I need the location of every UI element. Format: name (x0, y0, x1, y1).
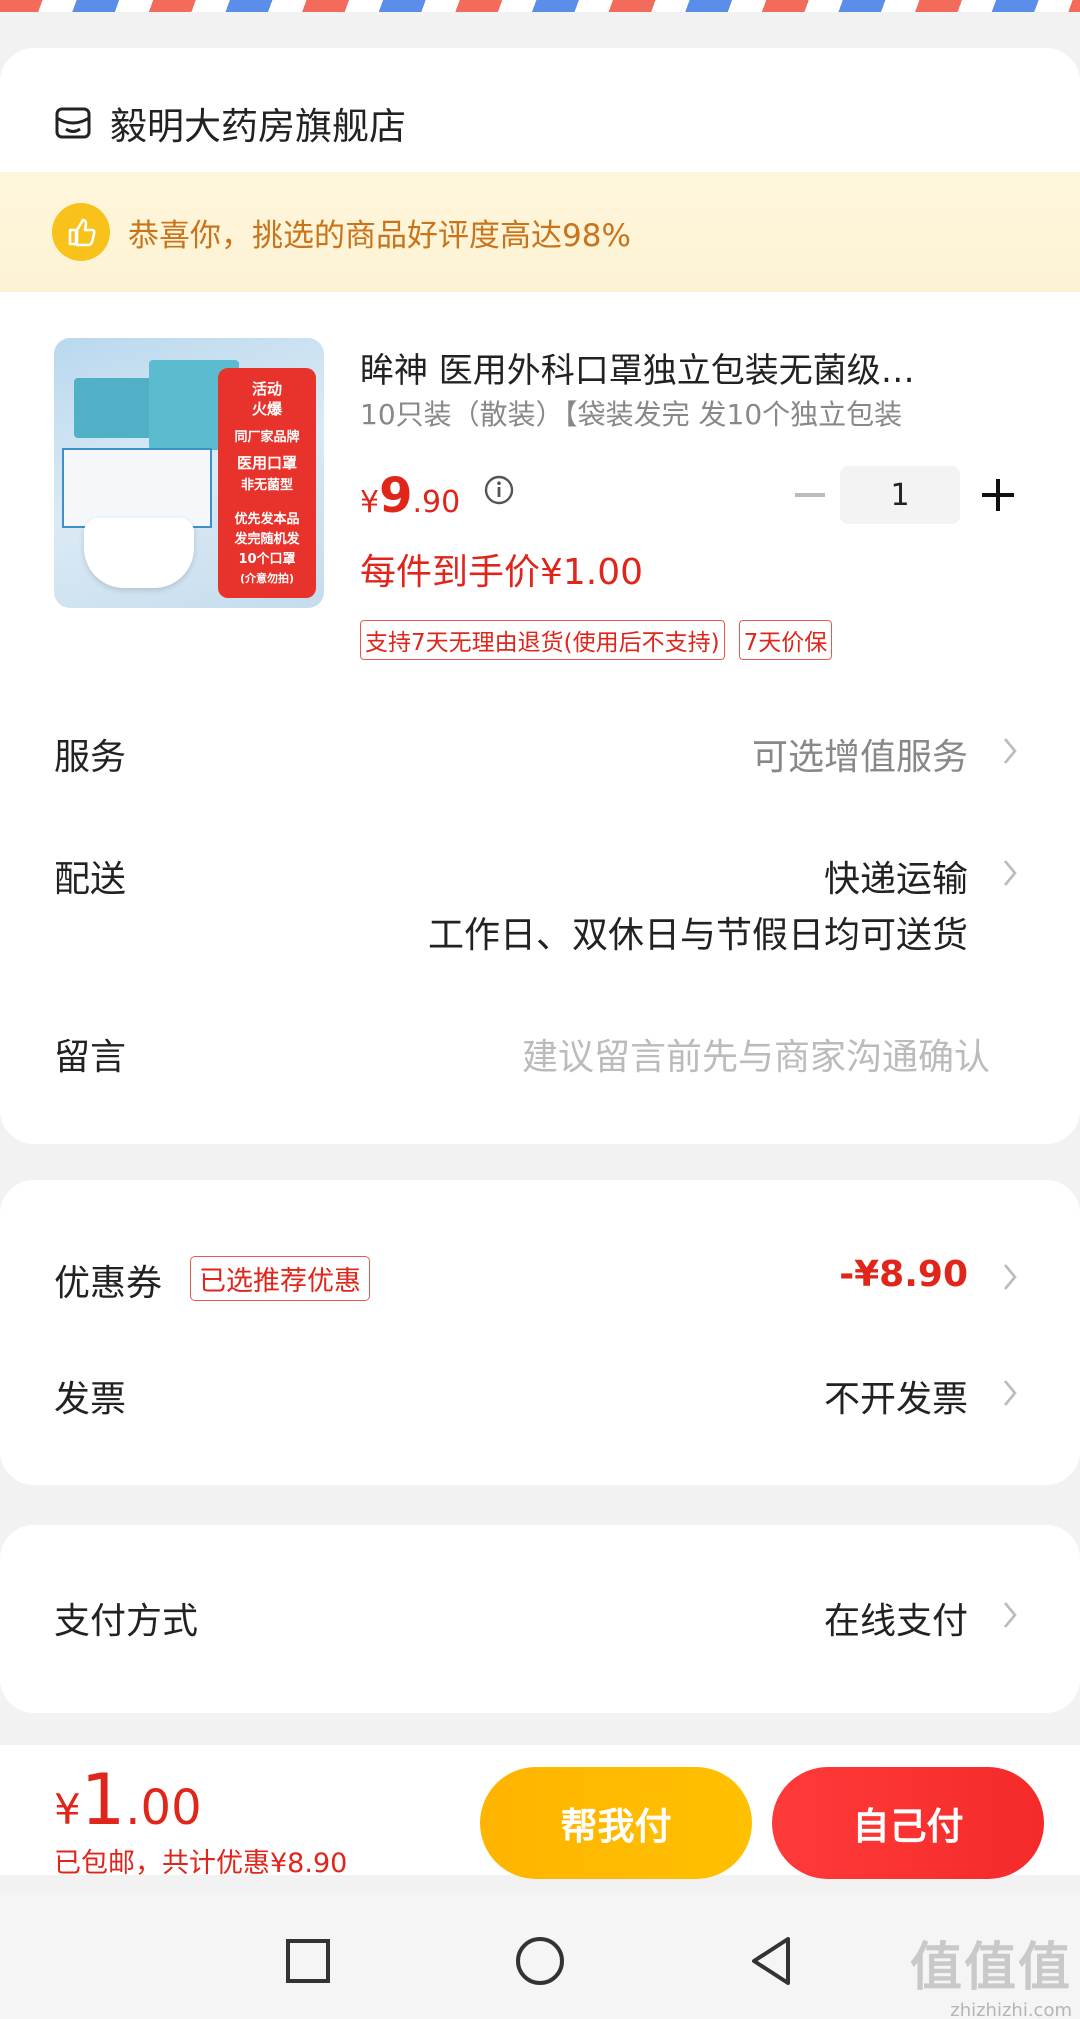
total-price: ¥ 1 .00 (54, 1759, 202, 1841)
minus-button[interactable] (780, 467, 840, 523)
product-title[interactable]: 眸神 医用外科口罩独立包装无菌级… (360, 343, 1010, 392)
payment-card: 支付方式 在线支付 (0, 1525, 1080, 1713)
back-icon[interactable] (744, 1933, 800, 1989)
delivery-label: 配送 (54, 859, 127, 900)
service-value: 可选增值服务 (751, 737, 968, 778)
payment-label: 支付方式 (54, 1601, 199, 1642)
service-tags: 支持7天无理由退货(使用后不支持) 7天价保 (360, 620, 846, 660)
chevron-right-icon (1004, 1380, 1017, 1406)
system-nav-bar: 值值值 zhizhizhi.com (0, 1895, 1080, 2019)
image-text: (介意勿拍) (239, 572, 295, 585)
order-card: 毅明大药房旗舰店 恭喜你，挑选的商品好评度高达98% 活动 火爆 同厂家品牌 医… (0, 48, 1080, 1144)
image-text: 火爆 (251, 400, 282, 418)
plus-icon (982, 479, 1014, 511)
discount-card: 优惠券 已选推荐优惠 -¥8.90 发票 不开发票 (0, 1180, 1080, 1485)
image-text: 优先发本品 (234, 512, 300, 527)
banner-text: 恭喜你，挑选的商品好评度高达98% (128, 217, 631, 254)
image-text: 活动 (251, 380, 282, 398)
total-subtext: 已包邮，共计优惠¥8.90 (54, 1848, 348, 1879)
watermark-text: 值值值 (909, 1938, 1072, 1998)
chevron-right-icon (1004, 1602, 1017, 1628)
help-pay-button[interactable]: 帮我付 (480, 1767, 752, 1879)
watermark-url: zhizhizhi.com (950, 2000, 1072, 2019)
coupon-value: -¥8.90 (839, 1254, 968, 1295)
delivery-sub: 工作日、双休日与节假日均可送货 (427, 915, 968, 956)
chevron-right-icon (1004, 738, 1017, 764)
image-text: 发完随机发 (234, 532, 300, 547)
coupon-label: 优惠券 (54, 1263, 163, 1304)
delivery-value: 快递运输 (823, 859, 968, 900)
thumbs-up-icon (52, 203, 110, 261)
minus-icon (795, 493, 825, 497)
message-input[interactable]: 建议留言前先与商家沟通确认 (522, 1028, 990, 1080)
quantity-stepper: 1 (780, 466, 1036, 524)
self-pay-button[interactable]: 自己付 (772, 1767, 1044, 1879)
return-policy-tag: 支持7天无理由退货(使用后不支持) (360, 620, 725, 660)
product-spec[interactable]: 10只装（散装）【袋装发完 发10个独立包装 (360, 393, 1000, 433)
chevron-right-icon (1004, 860, 1017, 886)
final-unit-price: 每件到手价¥1.00 (360, 552, 644, 593)
total-currency: ¥ (54, 1785, 81, 1834)
plus-button[interactable] (960, 467, 1036, 523)
price-decimal: .90 (412, 485, 461, 520)
invoice-label: 发票 (54, 1379, 127, 1420)
product-image-box (62, 448, 212, 528)
price-integer: 9 (379, 468, 413, 524)
checkout-bar: ¥ 1 .00 已包邮，共计优惠¥8.90 帮我付 自己付 (0, 1745, 1080, 1879)
product-image-mask (84, 518, 194, 588)
price-protect-tag: 7天价保 (738, 620, 833, 660)
coupon-badge: 已选推荐优惠 (190, 1256, 370, 1301)
total-integer: 1 (80, 1759, 126, 1841)
watermark: 值值值 zhizhizhi.com (910, 1925, 1072, 2019)
image-text: 医用口罩 (236, 454, 297, 472)
home-icon[interactable] (512, 1933, 568, 1989)
payment-value: 在线支付 (823, 1601, 968, 1642)
price-currency: ¥ (360, 485, 380, 520)
chevron-right-icon (1004, 1264, 1017, 1290)
rating-banner: 恭喜你，挑选的商品好评度高达98% (0, 172, 1080, 292)
shop-header[interactable]: 毅明大药房旗舰店 (54, 88, 406, 158)
product-image[interactable]: 活动 火爆 同厂家品牌 医用口罩 非无菌型 优先发本品 发完随机发 10个口罩 … (54, 338, 324, 608)
image-text: 10个口罩 (238, 552, 296, 567)
shop-icon (55, 107, 91, 139)
envelope-stripe-decoration (0, 0, 1080, 12)
invoice-value: 不开发票 (823, 1379, 968, 1420)
total-decimal: .00 (125, 1780, 202, 1836)
image-text: 同厂家品牌 (234, 430, 300, 445)
product-image-tag: 活动 火爆 同厂家品牌 医用口罩 非无菌型 优先发本品 发完随机发 10个口罩 … (218, 368, 316, 598)
recents-icon[interactable] (280, 1933, 336, 1989)
message-label: 留言 (54, 1037, 127, 1078)
service-label: 服务 (54, 737, 127, 778)
quantity-input[interactable]: 1 (840, 466, 960, 524)
image-text: 非无菌型 (240, 478, 293, 493)
product-price: ¥ 9 .90 (360, 468, 460, 524)
info-icon[interactable] (483, 474, 515, 506)
shop-name: 毅明大药房旗舰店 (110, 105, 406, 148)
